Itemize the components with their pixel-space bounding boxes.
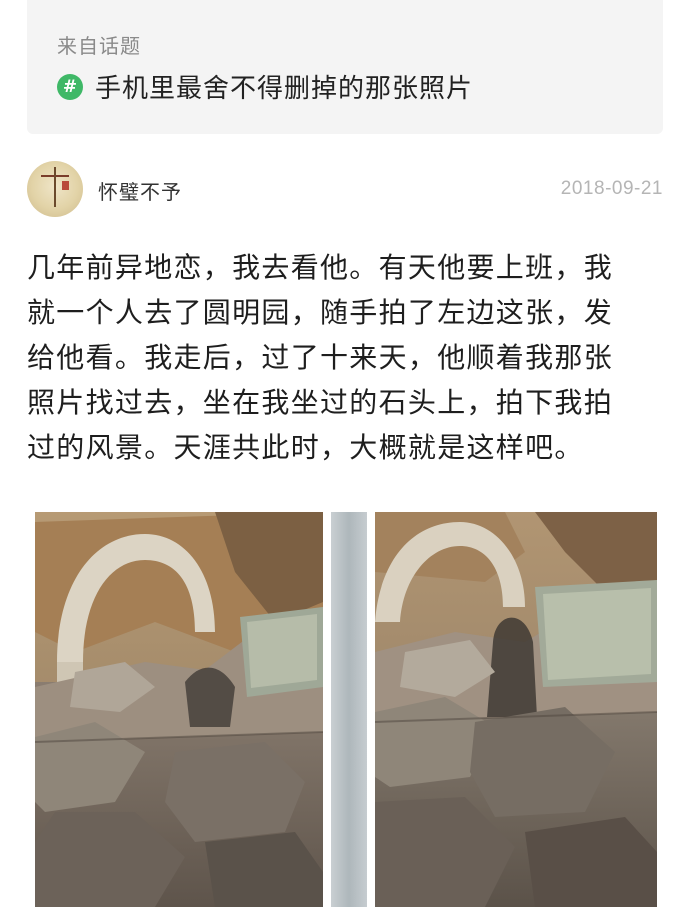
post-line: 过的风景。天涯共此时，大概就是这样吧。: [27, 431, 584, 464]
photo-grid: [35, 512, 657, 907]
topic-from-label: 来自话题: [57, 34, 141, 58]
photo-divider: [331, 512, 367, 907]
post-line: 就一个人去了圆明园，随手拍了左边这张，发: [27, 296, 614, 329]
topic-card[interactable]: 来自话题 # 手机里最舍不得删掉的那张照片: [27, 0, 663, 134]
avatar[interactable]: [27, 161, 83, 217]
topic-title[interactable]: 手机里最舍不得删掉的那张照片: [95, 68, 473, 105]
photo-right[interactable]: [375, 512, 657, 907]
author-row: 怀璧不予 2018-09-21: [27, 160, 663, 218]
author-name[interactable]: 怀璧不予: [98, 176, 182, 205]
topic-link[interactable]: # 手机里最舍不得删掉的那张照片: [57, 68, 473, 105]
photo-left[interactable]: [35, 512, 323, 907]
post-line: 几年前异地恋，我去看他。有天他要上班，我: [27, 251, 614, 284]
post-line: 照片找过去，坐在我坐过的石头上，拍下我拍: [27, 386, 614, 419]
post-body: 几年前异地恋，我去看他。有天他要上班，我 就一个人去了圆明园，随手拍了左边这张，…: [27, 245, 667, 470]
post-line: 给他看。我走后，过了十来天，他顺着我那张: [27, 341, 614, 374]
hashtag-icon: #: [57, 73, 83, 100]
post-date: 2018-09-21: [560, 178, 663, 199]
